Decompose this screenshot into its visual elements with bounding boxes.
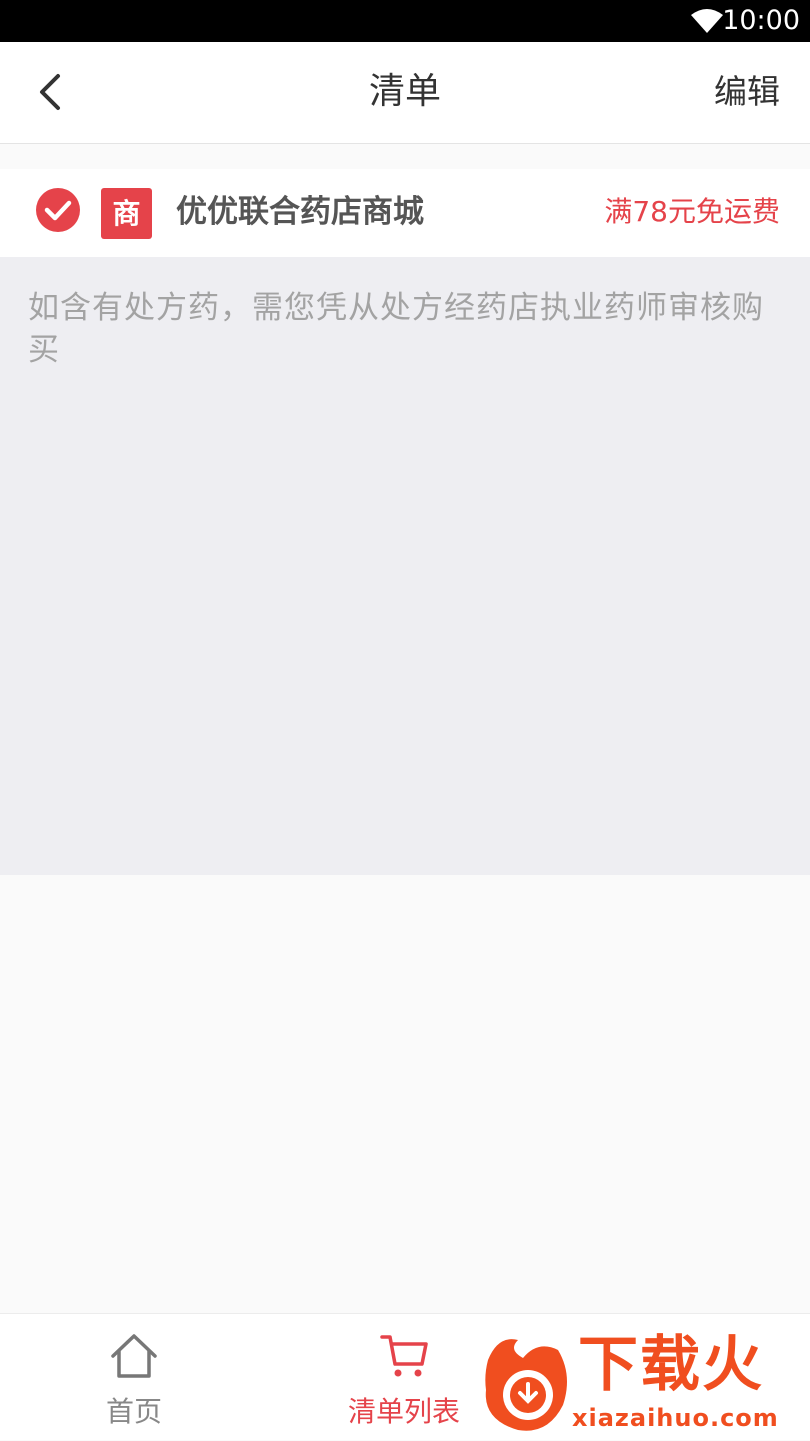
tab-list[interactable]: 清单列表 bbox=[304, 1314, 504, 1441]
notice-area: 如含有处方药，需您凭从处方经药店执业药师审核购买 bbox=[0, 257, 810, 875]
flame-logo-icon bbox=[485, 1339, 567, 1431]
tab-home-label: 首页 bbox=[105, 1395, 162, 1428]
status-time: 10:00 bbox=[722, 5, 800, 36]
status-bar: 10:00 bbox=[0, 0, 810, 42]
cart-icon bbox=[380, 1335, 428, 1377]
store-row: 商 优优联合药店商城 满78元免运费 bbox=[0, 169, 810, 257]
prescription-notice: 如含有处方药，需您凭从处方经药店执业药师审核购买 bbox=[28, 290, 764, 368]
tab-home[interactable]: 首页 bbox=[34, 1314, 234, 1441]
shop-badge: 商 bbox=[101, 188, 152, 239]
home-icon bbox=[111, 1334, 157, 1378]
watermark-logo: 下载火 xiazaihuo.com bbox=[478, 1330, 810, 1440]
edit-button[interactable]: 编辑 bbox=[714, 72, 780, 112]
watermark-url: xiazaihuo.com bbox=[572, 1404, 779, 1432]
check-circle-icon[interactable] bbox=[36, 188, 80, 232]
free-shipping-note: 满78元免运费 bbox=[604, 195, 780, 228]
store-name[interactable]: 优优联合药店商城 bbox=[176, 191, 424, 233]
wifi-icon bbox=[691, 9, 723, 33]
header: 清单 编辑 bbox=[0, 42, 810, 144]
tab-list-label: 清单列表 bbox=[347, 1395, 460, 1428]
watermark-text: 下载火 bbox=[578, 1330, 764, 1400]
page-title: 清单 bbox=[368, 71, 441, 112]
